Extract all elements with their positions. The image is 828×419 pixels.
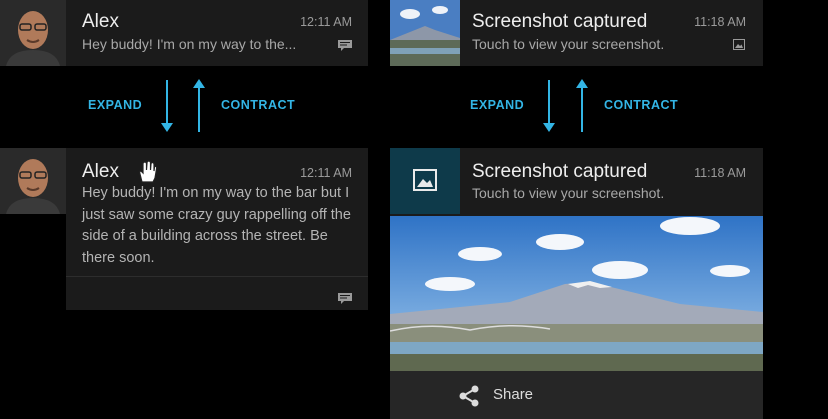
avatar bbox=[0, 0, 66, 66]
contract-arrowhead bbox=[576, 79, 588, 88]
timestamp: 11:18 AM bbox=[694, 15, 746, 29]
message-notification-collapsed[interactable]: Alex 12:11 AM Hey buddy! I'm on my way t… bbox=[0, 0, 368, 66]
screenshot-notification-collapsed[interactable]: Screenshot captured 11:18 AM Touch to vi… bbox=[390, 0, 763, 66]
hand-cursor-icon bbox=[136, 160, 158, 184]
message-body: Hey buddy! I'm on my way to the bar but … bbox=[82, 185, 351, 266]
expand-arrowhead bbox=[161, 123, 173, 132]
message-icon bbox=[338, 291, 352, 304]
screenshot-thumbnail bbox=[390, 0, 460, 66]
expand-label: EXPAND bbox=[88, 98, 143, 112]
notification-title: Screenshot captured bbox=[472, 161, 648, 182]
expand-label: EXPAND bbox=[470, 98, 525, 112]
left-column-fill bbox=[0, 214, 66, 310]
share-action[interactable]: Share bbox=[390, 371, 763, 419]
notification-subtitle: Touch to view your screenshot. bbox=[472, 36, 665, 52]
sender-name: Alex bbox=[82, 161, 119, 182]
message-preview: Hey buddy! I'm on my way to the... bbox=[82, 36, 297, 52]
contract-label: CONTRACT bbox=[221, 98, 296, 112]
notification-subtitle: Touch to view your screenshot. bbox=[472, 185, 665, 201]
share-icon bbox=[457, 384, 481, 408]
sender-name: Alex bbox=[82, 11, 119, 32]
contract-arrowhead bbox=[193, 79, 205, 88]
timestamp: 11:18 AM bbox=[694, 166, 746, 180]
screenshot-preview-image[interactable] bbox=[390, 216, 763, 371]
avatar bbox=[0, 148, 66, 214]
contract-arrow-icon bbox=[581, 82, 583, 132]
share-label: Share bbox=[493, 386, 534, 403]
message-notification-expanded[interactable]: Alex 12:11 AM Hey buddy! I'm on my way t… bbox=[0, 148, 368, 310]
divider bbox=[66, 276, 368, 277]
contract-arrow-icon bbox=[198, 82, 200, 132]
image-icon-tile bbox=[390, 148, 460, 214]
notification-title: Screenshot captured bbox=[472, 11, 648, 32]
image-icon bbox=[413, 169, 437, 191]
message-icon bbox=[338, 38, 352, 51]
screenshot-notification-expanded[interactable]: Screenshot captured 11:18 AM Touch to vi… bbox=[390, 148, 763, 419]
expand-arrowhead bbox=[543, 123, 555, 132]
timestamp: 12:11 AM bbox=[300, 15, 352, 29]
contract-label: CONTRACT bbox=[604, 98, 679, 112]
image-icon bbox=[733, 37, 745, 50]
timestamp: 12:11 AM bbox=[300, 166, 352, 180]
